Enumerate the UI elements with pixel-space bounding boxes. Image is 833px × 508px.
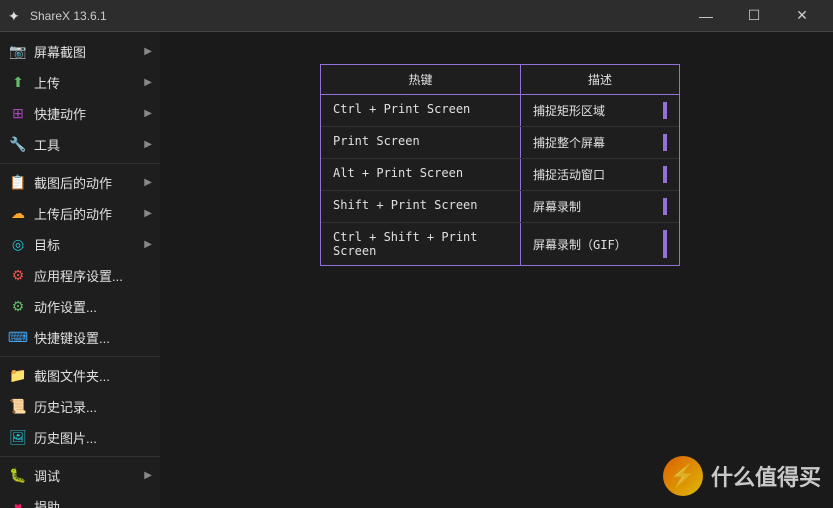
title-bar-left: ✦ ShareX 13.6.1 xyxy=(8,8,107,24)
sidebar-item-label-action-settings: 动作设置... xyxy=(34,297,152,316)
desc-cell: 屏幕录制（GIF） xyxy=(521,223,679,265)
sidebar-item-actions[interactable]: ⊞ 快捷动作 ▶ xyxy=(0,98,160,129)
app-title: ShareX 13.6.1 xyxy=(30,9,107,23)
submenu-arrow-actions: ▶ xyxy=(144,108,152,119)
bar-indicator xyxy=(663,198,667,215)
sidebar-item-screenshot[interactable]: 📷 屏幕截图 ▶ xyxy=(0,36,160,67)
main-content: 📷 屏幕截图 ▶ ⬆ 上传 ▶ ⊞ 快捷动作 ▶ 🔧 工具 ▶ 📋 截图后的动作… xyxy=(0,32,833,508)
desc-cell: 捕捉整个屏幕 xyxy=(521,127,679,158)
hotkey-cell: Ctrl + Shift + Print Screen xyxy=(321,223,521,265)
hotkey-cell: Print Screen xyxy=(321,127,521,158)
hotkey-cell: Ctrl + Print Screen xyxy=(321,95,521,126)
sidebar-item-label-donate: 捐助... xyxy=(34,497,152,508)
watermark-icon: ⚡ xyxy=(663,456,703,496)
sidebar-item-after-capture[interactable]: 📋 截图后的动作 ▶ xyxy=(0,167,160,198)
sidebar-item-label-actions: 快捷动作 xyxy=(34,104,144,123)
sidebar-item-label-image-history: 历史图片... xyxy=(34,428,152,447)
desc-cell: 捕捉活动窗口 xyxy=(521,159,679,190)
submenu-arrow-target: ▶ xyxy=(144,239,152,250)
close-button[interactable]: ✕ xyxy=(779,0,825,32)
title-bar: ✦ ShareX 13.6.1 — ☐ ✕ xyxy=(0,0,833,32)
menu-divider xyxy=(0,456,160,457)
submenu-arrow-after-upload: ▶ xyxy=(144,208,152,219)
sidebar-item-label-app-settings: 应用程序设置... xyxy=(34,266,152,285)
hotkey-submenu: 热键 描述 Ctrl + Print Screen 捕捉矩形区域 Print S… xyxy=(320,64,680,266)
hotkey-cell: Alt + Print Screen xyxy=(321,159,521,190)
hotkey-row[interactable]: Ctrl + Print Screen 捕捉矩形区域 xyxy=(321,95,679,127)
desc-text: 捕捉活动窗口 xyxy=(533,166,605,183)
col-header-desc: 描述 xyxy=(521,65,679,94)
sidebar-item-after-upload[interactable]: ☁ 上传后的动作 ▶ xyxy=(0,198,160,229)
sidebar-item-debug[interactable]: 🐛 调试 ▶ xyxy=(0,460,160,491)
submenu-arrow-debug: ▶ xyxy=(144,470,152,481)
bar-indicator xyxy=(663,134,667,151)
sidebar-item-folder[interactable]: 📁 截图文件夹... xyxy=(0,360,160,391)
window-controls: — ☐ ✕ xyxy=(683,0,825,32)
menu-divider xyxy=(0,356,160,357)
sidebar-menu: 📷 屏幕截图 ▶ ⬆ 上传 ▶ ⊞ 快捷动作 ▶ 🔧 工具 ▶ 📋 截图后的动作… xyxy=(0,32,160,508)
desc-text: 捕捉矩形区域 xyxy=(533,102,605,119)
sidebar-item-history[interactable]: 📜 历史记录... xyxy=(0,391,160,422)
sidebar-item-label-tools: 工具 xyxy=(34,135,144,154)
sidebar-item-hotkey-settings[interactable]: ⌨ 快捷键设置... xyxy=(0,322,160,353)
menu-divider xyxy=(0,163,160,164)
sidebar-item-app-settings[interactable]: ⚙ 应用程序设置... xyxy=(0,260,160,291)
desc-cell: 捕捉矩形区域 xyxy=(521,95,679,126)
sidebar-item-label-upload: 上传 xyxy=(34,73,144,92)
sidebar-item-label-after-upload: 上传后的动作 xyxy=(34,204,144,223)
hotkey-cell: Shift + Print Screen xyxy=(321,191,521,222)
submenu-arrow-after-capture: ▶ xyxy=(144,177,152,188)
sidebar-item-target[interactable]: ◎ 目标 ▶ xyxy=(0,229,160,260)
sidebar-item-label-hotkey-settings: 快捷键设置... xyxy=(34,328,152,347)
sidebar-item-upload[interactable]: ⬆ 上传 ▶ xyxy=(0,67,160,98)
bar-indicator xyxy=(663,166,667,183)
sidebar-item-action-settings[interactable]: ⚙ 动作设置... xyxy=(0,291,160,322)
hotkey-row[interactable]: Alt + Print Screen 捕捉活动窗口 xyxy=(321,159,679,191)
app-icon: ✦ xyxy=(8,8,24,24)
desc-text: 屏幕录制 xyxy=(533,198,581,215)
sidebar-item-donate[interactable]: ♥ 捐助... xyxy=(0,491,160,508)
desc-text: 捕捉整个屏幕 xyxy=(533,134,605,151)
sidebar-item-image-history[interactable]: 🖼 历史图片... xyxy=(0,422,160,453)
bar-indicator xyxy=(663,230,667,258)
bar-indicator xyxy=(663,102,667,119)
watermark-text: 什么值得买 xyxy=(711,460,821,492)
maximize-button[interactable]: ☐ xyxy=(731,0,777,32)
desc-cell: 屏幕录制 xyxy=(521,191,679,222)
sidebar-item-label-debug: 调试 xyxy=(34,466,144,485)
right-panel: 热键 描述 Ctrl + Print Screen 捕捉矩形区域 Print S… xyxy=(160,32,833,508)
hotkey-row[interactable]: Shift + Print Screen 屏幕录制 xyxy=(321,191,679,223)
submenu-arrow-upload: ▶ xyxy=(144,77,152,88)
sidebar-item-label-screenshot: 屏幕截图 xyxy=(34,42,144,61)
sidebar-item-label-after-capture: 截图后的动作 xyxy=(34,173,144,192)
hotkey-row[interactable]: Ctrl + Shift + Print Screen 屏幕录制（GIF） xyxy=(321,223,679,265)
sidebar-item-label-target: 目标 xyxy=(34,235,144,254)
watermark: ⚡ 什么值得买 xyxy=(663,456,821,496)
hotkey-row[interactable]: Print Screen 捕捉整个屏幕 xyxy=(321,127,679,159)
desc-text: 屏幕录制（GIF） xyxy=(533,236,627,253)
minimize-button[interactable]: — xyxy=(683,0,729,32)
submenu-arrow-tools: ▶ xyxy=(144,139,152,150)
col-header-hotkey: 热键 xyxy=(321,65,521,94)
submenu-header: 热键 描述 xyxy=(321,65,679,95)
sidebar-item-label-folder: 截图文件夹... xyxy=(34,366,152,385)
sidebar-item-label-history: 历史记录... xyxy=(34,397,152,416)
sidebar-item-tools[interactable]: 🔧 工具 ▶ xyxy=(0,129,160,160)
submenu-arrow-screenshot: ▶ xyxy=(144,46,152,57)
